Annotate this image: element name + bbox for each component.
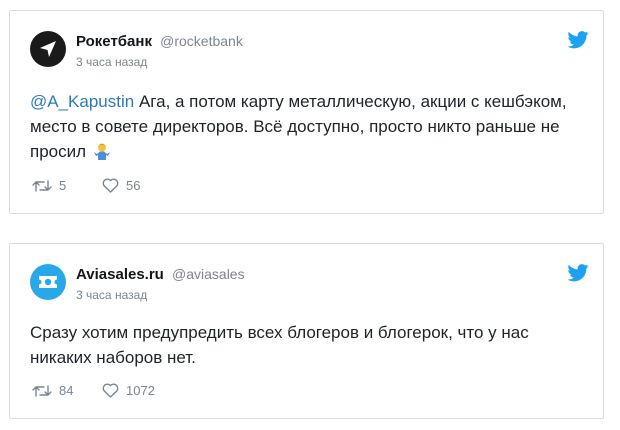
user-handle[interactable]: @aviasales [172, 266, 245, 282]
twitter-bird-icon[interactable] [567, 264, 589, 282]
twitter-bird-icon[interactable] [567, 31, 589, 49]
tweet-timestamp[interactable]: 3 часа назад [76, 288, 147, 302]
retweet-icon [32, 179, 52, 192]
avatar-rocketbank[interactable] [30, 31, 66, 67]
retweet-count: 5 [59, 178, 67, 193]
user-handle[interactable]: @rocketbank [160, 33, 243, 49]
tweet-card-rocketbank[interactable]: Рокетбанк @rocketbank 3 часа назад @A_Ka… [9, 10, 604, 214]
like-count: 56 [126, 178, 141, 193]
like-button[interactable]: 1072 [102, 383, 155, 398]
retweet-icon [32, 384, 52, 397]
display-name[interactable]: Aviasales.ru [76, 266, 164, 283]
tweet-header: Рокетбанк @rocketbank [76, 33, 243, 50]
like-count: 1072 [126, 383, 155, 398]
tweet-timestamp[interactable]: 3 часа назад [76, 55, 147, 69]
display-name[interactable]: Рокетбанк [76, 33, 152, 50]
man-shrugging-emoji [93, 142, 111, 167]
tweet-text: Сразу хотим предупредить всех блогеров и… [30, 323, 529, 367]
heart-icon [102, 383, 119, 398]
tweet-text: @A_Kapustin Ага, а потом карту металличе… [30, 89, 585, 167]
tweet-header: Aviasales.ru @aviasales [76, 266, 245, 283]
like-button[interactable]: 56 [102, 178, 140, 193]
rocket-arrow-icon [40, 41, 56, 57]
mention-link[interactable]: @A_Kapustin [30, 92, 134, 111]
retweet-button[interactable]: 84 [32, 383, 73, 398]
ticket-logo-icon [39, 276, 57, 288]
heart-icon [102, 178, 119, 193]
avatar-aviasales[interactable] [30, 264, 66, 300]
retweet-button[interactable]: 5 [32, 178, 66, 193]
tweet-card-aviasales[interactable]: Aviasales.ru @aviasales 3 часа назад Сра… [9, 243, 604, 419]
retweet-count: 84 [59, 383, 74, 398]
